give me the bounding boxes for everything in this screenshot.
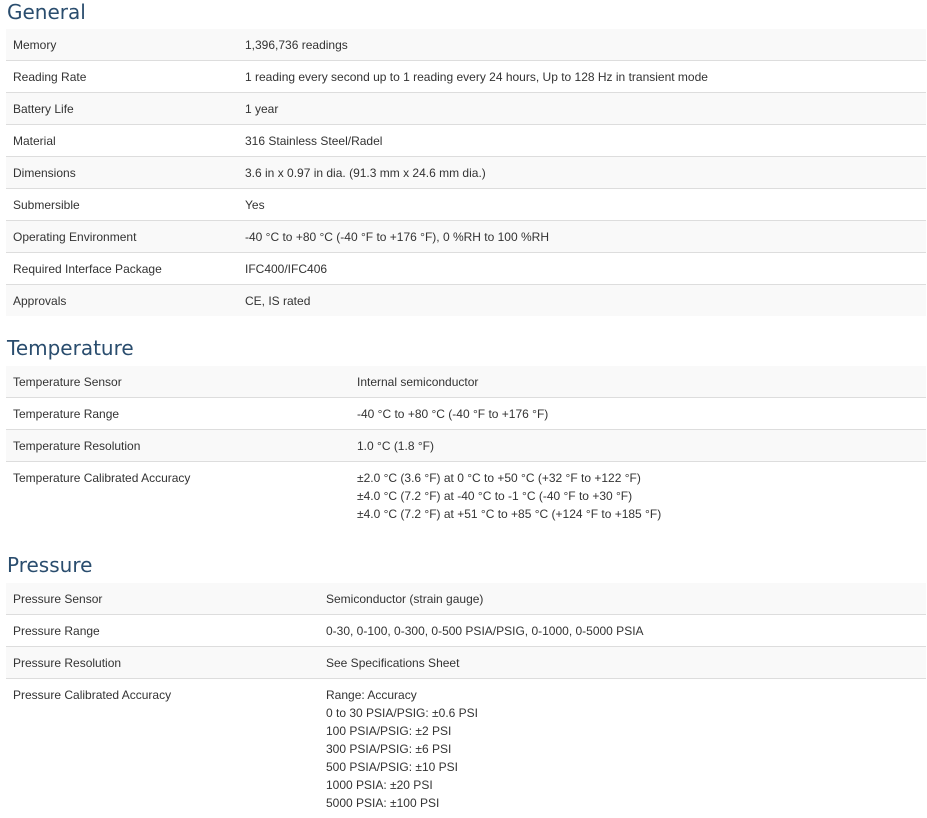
spec-value-line: 0 to 30 PSIA/PSIG: ±0.6 PSI [326,704,920,722]
table-row: Pressure Calibrated Accuracy Range: Accu… [6,679,926,818]
spec-value: Yes [238,189,926,221]
spec-label: Pressure Sensor [6,583,319,615]
spec-value: 3.6 in x 0.97 in dia. (91.3 mm x 24.6 mm… [238,157,926,189]
spec-label: Pressure Range [6,615,319,647]
table-row: Temperature Calibrated Accuracy ±2.0 °C … [6,462,926,530]
spec-label: Required Interface Package [6,253,238,285]
spec-label: Pressure Calibrated Accuracy [6,679,319,818]
spec-value: 1.0 °C (1.8 °F) [350,430,926,462]
table-row: Pressure Range 0-30, 0-100, 0-300, 0-500… [6,615,926,647]
spec-value-line: ±4.0 °C (7.2 °F) at +51 °C to +85 °C (+1… [357,505,920,523]
spec-value: Semiconductor (strain gauge) [319,583,926,615]
table-row: Temperature Range -40 °C to +80 °C (-40 … [6,398,926,430]
spec-value: 316 Stainless Steel/Radel [238,125,926,157]
table-row: Operating Environment -40 °C to +80 °C (… [6,221,926,253]
section-title-temperature: Temperature [7,336,134,360]
pressure-spec-table: Pressure Sensor Semiconductor (strain ga… [6,583,926,818]
table-row: Dimensions 3.6 in x 0.97 in dia. (91.3 m… [6,157,926,189]
spec-value: Range: Accuracy 0 to 30 PSIA/PSIG: ±0.6 … [319,679,926,818]
spec-label: Material [6,125,238,157]
spec-value-line: 300 PSIA/PSIG: ±6 PSI [326,740,920,758]
spec-value: Internal semiconductor [350,366,926,398]
spec-value: 1 year [238,93,926,125]
general-spec-table: Memory 1,396,736 readings Reading Rate 1… [6,29,926,316]
spec-value-line: ±4.0 °C (7.2 °F) at -40 °C to -1 °C (-40… [357,487,920,505]
table-row: Pressure Sensor Semiconductor (strain ga… [6,583,926,615]
spec-label: Reading Rate [6,61,238,93]
table-row: Required Interface Package IFC400/IFC406 [6,253,926,285]
table-row: Temperature Resolution 1.0 °C (1.8 °F) [6,430,926,462]
table-row: Submersible Yes [6,189,926,221]
spec-value: -40 °C to +80 °C (-40 °F to +176 °F) [350,398,926,430]
spec-label: Operating Environment [6,221,238,253]
spec-label: Pressure Resolution [6,647,319,679]
table-row: Material 316 Stainless Steel/Radel [6,125,926,157]
spec-value: 1,396,736 readings [238,29,926,61]
spec-label: Temperature Sensor [6,366,350,398]
spec-label: Temperature Calibrated Accuracy [6,462,350,530]
spec-label: Battery Life [6,93,238,125]
spec-value-line: 1000 PSIA: ±20 PSI [326,776,920,794]
spec-label: Dimensions [6,157,238,189]
spec-label: Temperature Resolution [6,430,350,462]
table-row: Pressure Resolution See Specifications S… [6,647,926,679]
spec-value-line: Range: Accuracy [326,686,920,704]
spec-value: CE, IS rated [238,285,926,317]
table-row: Temperature Sensor Internal semiconducto… [6,366,926,398]
spec-value-line: 100 PSIA/PSIG: ±2 PSI [326,722,920,740]
table-row: Battery Life 1 year [6,93,926,125]
spec-value: See Specifications Sheet [319,647,926,679]
spec-value-line: ±2.0 °C (3.6 °F) at 0 °C to +50 °C (+32 … [357,469,920,487]
section-title-pressure: Pressure [7,553,92,577]
spec-label: Memory [6,29,238,61]
table-row: Approvals CE, IS rated [6,285,926,317]
spec-label: Temperature Range [6,398,350,430]
spec-value: IFC400/IFC406 [238,253,926,285]
section-title-general: General [7,0,86,24]
spec-value: 1 reading every second up to 1 reading e… [238,61,926,93]
spec-value: -40 °C to +80 °C (-40 °F to +176 °F), 0 … [238,221,926,253]
spec-value-line: 500 PSIA/PSIG: ±10 PSI [326,758,920,776]
spec-value: ±2.0 °C (3.6 °F) at 0 °C to +50 °C (+32 … [350,462,926,530]
spec-value-line: 5000 PSIA: ±100 PSI [326,794,920,812]
temperature-spec-table: Temperature Sensor Internal semiconducto… [6,366,926,529]
spec-value: 0-30, 0-100, 0-300, 0-500 PSIA/PSIG, 0-1… [319,615,926,647]
table-row: Memory 1,396,736 readings [6,29,926,61]
spec-label: Approvals [6,285,238,317]
table-row: Reading Rate 1 reading every second up t… [6,61,926,93]
spec-label: Submersible [6,189,238,221]
